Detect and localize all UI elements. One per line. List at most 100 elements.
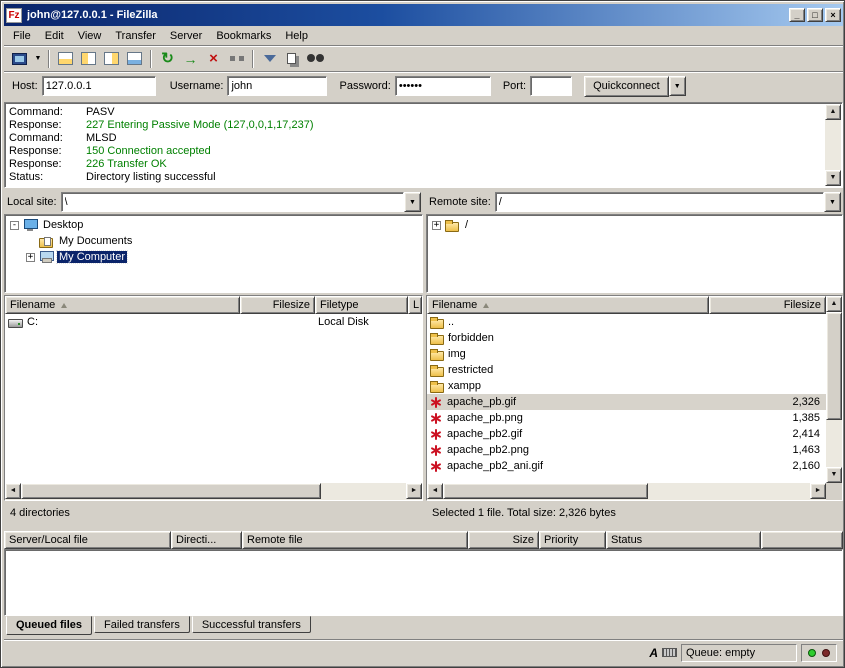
local-status-text: 4 directories xyxy=(4,502,423,524)
menu-view[interactable]: View xyxy=(71,27,109,45)
tree-item-desktop[interactable]: - Desktop xyxy=(7,217,420,233)
quickconnect-dropdown[interactable]: ▼ xyxy=(669,76,686,96)
site-manager-dropdown[interactable]: ▼ xyxy=(31,48,44,70)
expand-icon[interactable]: + xyxy=(26,253,35,262)
remote-file-row[interactable]: apache_pb2_ani.gif 2,160 xyxy=(427,458,826,474)
log-line: Response:150 Connection accepted xyxy=(8,145,823,158)
column-status[interactable]: Status xyxy=(606,531,761,549)
column-direction[interactable]: Directi... xyxy=(171,531,242,549)
toggle-queue-button[interactable] xyxy=(123,48,146,70)
username-input[interactable] xyxy=(227,76,327,96)
tab-successful-transfers[interactable]: Successful transfers xyxy=(192,616,311,633)
remote-file-row[interactable]: apache_pb2.gif 2,414 xyxy=(427,426,826,442)
column-filesize[interactable]: Filesize xyxy=(709,296,826,314)
app-icon: Fz xyxy=(6,8,22,23)
chevron-down-icon: ▼ xyxy=(35,55,42,62)
remote-file-row[interactable]: apache_pb.png 1,385 xyxy=(427,410,826,426)
tree-item-my-documents[interactable]: My Documents xyxy=(7,233,420,249)
scroll-up-icon[interactable]: ▲ xyxy=(826,296,842,312)
column-remote-file[interactable]: Remote file xyxy=(242,531,468,549)
log-line: Command:PASV xyxy=(8,106,823,119)
scroll-down-icon[interactable]: ▼ xyxy=(825,170,841,186)
toggle-message-log-button[interactable] xyxy=(54,48,77,70)
remote-file-row-selected[interactable]: apache_pb.gif 2,326 xyxy=(427,394,826,410)
local-file-row[interactable]: C: Local Disk xyxy=(5,314,422,330)
disconnect-button[interactable] xyxy=(225,48,248,70)
column-filename[interactable]: Filename xyxy=(427,296,709,314)
remote-site-input[interactable] xyxy=(495,192,824,212)
remote-file-row[interactable]: restricted xyxy=(427,362,826,378)
scrollbar-thumb[interactable] xyxy=(826,312,842,420)
remote-site-row: Remote site: ▼ xyxy=(426,191,843,213)
filter-button[interactable] xyxy=(258,48,281,70)
site-manager-button[interactable] xyxy=(8,48,31,70)
remote-file-row[interactable]: apache_pb2.png 1,463 xyxy=(427,442,826,458)
local-site-combo: ▼ xyxy=(61,192,421,212)
folder-open-icon xyxy=(445,222,459,232)
minimize-button[interactable]: _ xyxy=(789,8,805,22)
menu-edit[interactable]: Edit xyxy=(38,27,71,45)
menu-server[interactable]: Server xyxy=(163,27,209,45)
close-button[interactable]: × xyxy=(825,8,841,22)
scroll-down-icon[interactable]: ▼ xyxy=(826,467,842,483)
local-site-dropdown[interactable]: ▼ xyxy=(404,192,421,212)
port-input[interactable] xyxy=(530,76,572,96)
host-input[interactable] xyxy=(42,76,156,96)
scroll-left-icon[interactable]: ◄ xyxy=(427,483,443,499)
password-input[interactable] xyxy=(395,76,491,96)
log-scrollbar[interactable]: ▲ ▼ xyxy=(825,104,841,186)
scroll-right-icon[interactable]: ► xyxy=(810,483,826,499)
scroll-right-icon[interactable]: ► xyxy=(406,483,422,499)
menu-help[interactable]: Help xyxy=(278,27,315,45)
folder-icon xyxy=(430,335,444,345)
toggle-local-tree-button[interactable] xyxy=(77,48,100,70)
remote-site-dropdown[interactable]: ▼ xyxy=(824,192,841,212)
cancel-button[interactable]: × xyxy=(202,48,225,70)
binoculars-icon xyxy=(307,54,324,63)
remote-file-row[interactable]: img xyxy=(427,346,826,362)
quickconnect-button[interactable]: Quickconnect xyxy=(584,76,669,97)
remote-status-text: Selected 1 file. Total size: 2,326 bytes xyxy=(426,502,843,524)
column-filename[interactable]: Filename xyxy=(5,296,240,314)
column-server-local-file[interactable]: Server/Local file xyxy=(4,531,171,549)
green-led-icon xyxy=(808,649,816,657)
column-last-modified[interactable]: L xyxy=(408,296,422,314)
compare-button[interactable] xyxy=(281,48,304,70)
remote-tree-icon xyxy=(104,52,119,65)
tree-item-root[interactable]: + / xyxy=(429,217,840,233)
disconnect-icon xyxy=(230,56,244,61)
local-horizontal-scrollbar[interactable]: ◄ ► xyxy=(5,483,422,500)
menu-transfer[interactable]: Transfer xyxy=(108,27,163,45)
remote-vertical-scrollbar[interactable]: ▲ ▼ xyxy=(826,296,842,500)
remote-horizontal-scrollbar[interactable]: ◄ ► xyxy=(427,483,826,500)
tab-failed-transfers[interactable]: Failed transfers xyxy=(94,616,190,633)
remote-file-row[interactable]: forbidden xyxy=(427,330,826,346)
titlebar: Fz john@127.0.0.1 - FileZilla _ □ × xyxy=(4,4,843,26)
scroll-up-icon[interactable]: ▲ xyxy=(825,104,841,120)
remote-file-row[interactable]: xampp xyxy=(427,378,826,394)
transfer-type-indicator-icon: A xyxy=(649,646,658,660)
local-site-input[interactable] xyxy=(61,192,404,212)
chevron-down-icon: ▼ xyxy=(829,199,836,206)
log-line: Response:226 Transfer OK xyxy=(8,158,823,171)
remote-file-row[interactable]: .. xyxy=(427,314,826,330)
tree-item-my-computer[interactable]: + My Computer xyxy=(7,249,420,265)
find-button[interactable] xyxy=(304,48,327,70)
maximize-button[interactable]: □ xyxy=(807,8,823,22)
column-filesize[interactable]: Filesize xyxy=(240,296,315,314)
remote-site-combo: ▼ xyxy=(495,192,841,212)
column-filetype[interactable]: Filetype xyxy=(315,296,408,314)
column-priority[interactable]: Priority xyxy=(539,531,606,549)
menu-file[interactable]: File xyxy=(6,27,38,45)
tab-queued-files[interactable]: Queued files xyxy=(6,616,92,635)
toggle-remote-tree-button[interactable] xyxy=(100,48,123,70)
refresh-button[interactable]: ↻ xyxy=(156,48,179,70)
process-queue-button[interactable]: → xyxy=(179,48,202,70)
scroll-left-icon[interactable]: ◄ xyxy=(5,483,21,499)
column-size[interactable]: Size xyxy=(468,531,539,549)
menu-bookmarks[interactable]: Bookmarks xyxy=(209,27,278,45)
collapse-icon[interactable]: - xyxy=(10,221,19,230)
scrollbar-thumb[interactable] xyxy=(443,483,648,499)
expand-icon[interactable]: + xyxy=(432,221,441,230)
scrollbar-thumb[interactable] xyxy=(21,483,321,499)
